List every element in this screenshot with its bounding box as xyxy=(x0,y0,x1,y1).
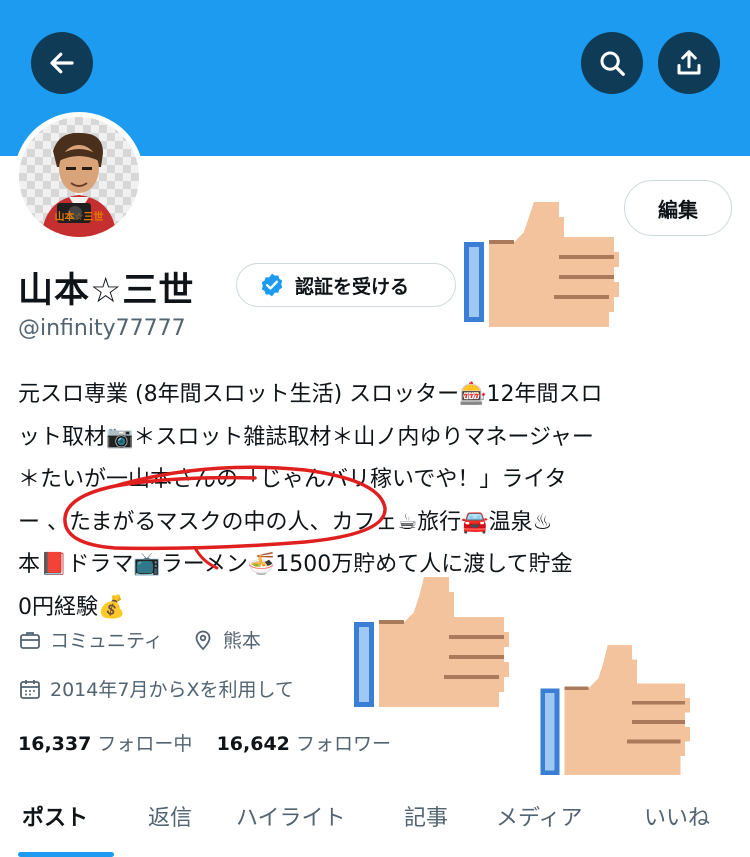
following-label: フォロー中 xyxy=(97,733,193,755)
get-verified-button[interactable]: 認証を受ける xyxy=(236,263,456,307)
avatar[interactable]: 山本☆三世 xyxy=(14,112,144,242)
display-name: 山本☆三世 xyxy=(18,271,195,311)
bio-line: 0円経験💰 xyxy=(18,594,126,620)
followers-count: 16,642 xyxy=(216,733,290,755)
bio-line: ット取材📷＊スロット雑誌取材＊山ノ内ゆりマネージャー xyxy=(18,424,594,450)
search-button[interactable] xyxy=(581,32,643,94)
joined-date: 2014年7月からXを利用して xyxy=(50,679,294,701)
bio-line: 本📕ドラマ📺ラーメン🍜1500万貯めて人に渡して貯金 xyxy=(18,552,573,577)
category-label[interactable]: コミュニティ xyxy=(50,626,163,653)
following-count: 16,337 xyxy=(18,733,92,755)
search-icon xyxy=(600,51,625,76)
tab-likes[interactable]: いいね xyxy=(644,800,710,832)
active-tab-indicator xyxy=(18,852,114,857)
user-handle: @infinity77777 xyxy=(18,316,186,341)
tab-media[interactable]: メディア xyxy=(496,800,582,832)
bio-line: ー 、たまがるマスクの中の人、カフェ☕旅行🚘温泉♨ xyxy=(18,509,553,535)
location-label: 熊本 xyxy=(222,630,261,652)
briefcase-icon xyxy=(20,631,40,649)
get-verified-label: 認証を受ける xyxy=(295,275,410,298)
calendar-icon xyxy=(20,679,40,699)
followers-link[interactable]: 16,642 フォロワー xyxy=(217,733,391,755)
location-pin-icon xyxy=(195,630,211,650)
tab-replies[interactable]: 返信 xyxy=(148,800,192,832)
arrow-left-icon xyxy=(50,52,74,74)
avatar-caption: 山本☆三世 xyxy=(54,212,104,223)
edit-profile-button[interactable]: 編集 xyxy=(624,180,732,236)
back-button[interactable] xyxy=(31,32,93,94)
follow-counts: 16,337 フォロー中 16,642 フォロワー xyxy=(18,729,391,756)
tab-posts[interactable]: ポスト xyxy=(22,800,88,832)
verified-badge-icon xyxy=(261,273,283,297)
tab-highlights[interactable]: ハイライト xyxy=(236,800,346,832)
profile-meta-row: 2014年7月からXを利用して xyxy=(18,675,294,702)
bio-line: 元スロ専業 (8年間スロット生活) スロッター🎰12年間スロ xyxy=(18,382,603,407)
profile-meta-row: コミュニティ 熊本 xyxy=(18,626,261,653)
followers-label: フォロワー xyxy=(295,733,391,755)
tab-articles[interactable]: 記事 xyxy=(404,800,448,832)
share-button[interactable] xyxy=(658,32,720,94)
thumbs-up-icon xyxy=(464,202,619,327)
profile-tabs: ポスト 返信 ハイライト 記事 メディア いいね xyxy=(0,790,750,857)
thumbs-up-icon xyxy=(540,644,690,776)
profile-bio: 元スロ専業 (8年間スロット生活) スロッター🎰12年間スロ ット取材📷＊スロッ… xyxy=(18,374,733,629)
share-icon xyxy=(677,50,701,75)
bio-line: ＊たいが一山本さんの「じゃんバリ稼いでや！」ライタ xyxy=(18,467,567,492)
following-link[interactable]: 16,337 フォロー中 xyxy=(18,733,192,755)
